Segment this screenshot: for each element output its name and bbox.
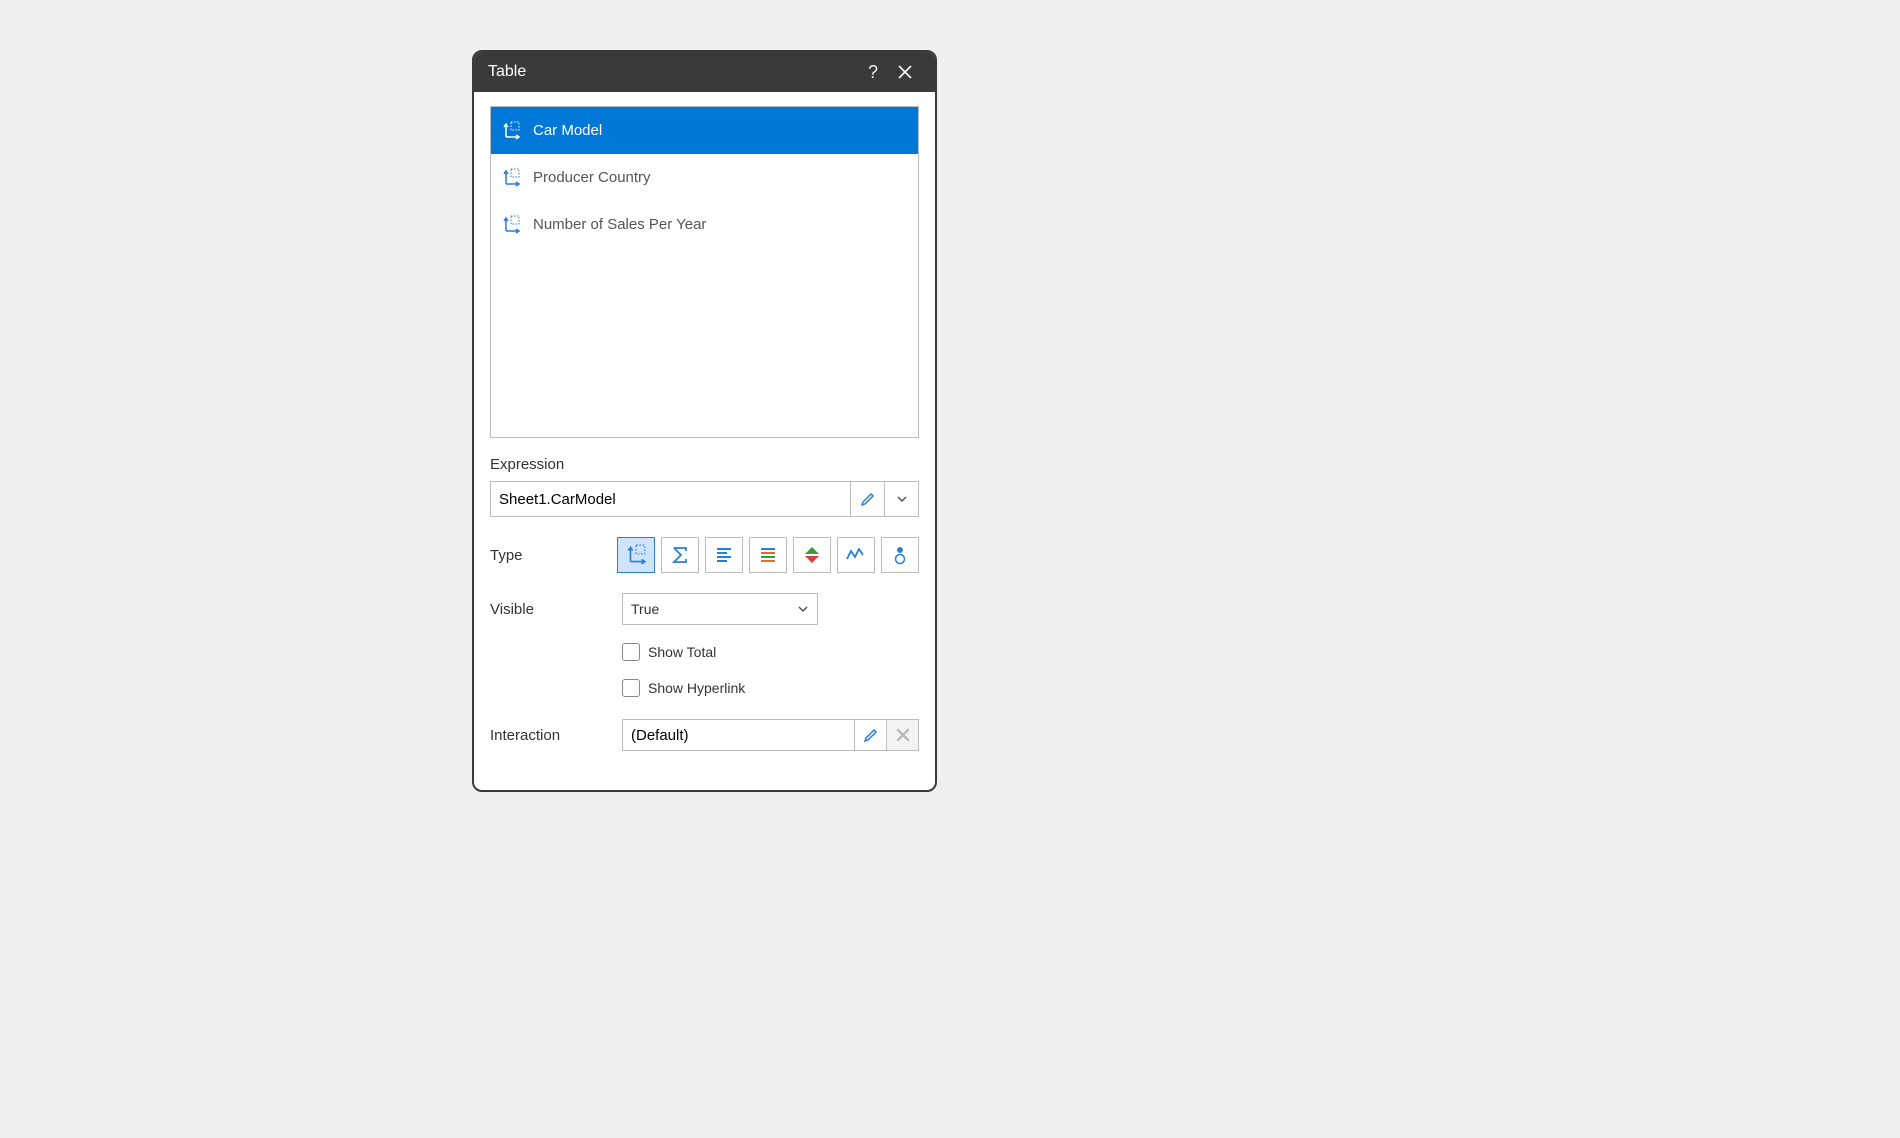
- gauge-icon: [890, 545, 910, 565]
- pencil-icon: [860, 491, 876, 507]
- chevron-down-icon: [797, 603, 809, 615]
- field-item-number-of-sales[interactable]: Number of Sales Per Year: [491, 201, 918, 248]
- dimension-icon: [501, 215, 521, 235]
- table-dialog: Table ? Car Model Producer: [472, 50, 937, 792]
- show-hyperlink-label: Show Hyperlink: [648, 680, 745, 696]
- type-label: Type: [490, 547, 617, 564]
- visible-select[interactable]: True: [622, 593, 818, 625]
- checkbox-icon: [622, 679, 640, 697]
- chevron-down-icon: [896, 493, 908, 505]
- checkbox-icon: [622, 643, 640, 661]
- text-stack-icon: [758, 545, 778, 565]
- field-item-label: Number of Sales Per Year: [533, 216, 706, 233]
- text-left-icon: [714, 545, 734, 565]
- type-gauge-button[interactable]: [881, 537, 919, 573]
- show-total-label: Show Total: [648, 644, 716, 660]
- dimension-icon: [625, 544, 647, 566]
- type-dimension-button[interactable]: [617, 537, 655, 573]
- pencil-icon: [863, 727, 879, 743]
- tools-icon: [895, 727, 911, 743]
- visible-value: True: [631, 601, 659, 617]
- expression-label: Expression: [490, 456, 919, 473]
- interaction-clear-button: [886, 720, 918, 750]
- field-list[interactable]: Car Model Producer Country Number of Sal…: [490, 106, 919, 438]
- show-hyperlink-checkbox[interactable]: Show Hyperlink: [622, 679, 919, 697]
- type-sparkline-button[interactable]: [837, 537, 875, 573]
- dimension-icon: [501, 168, 521, 188]
- interaction-row: Interaction: [490, 719, 919, 751]
- delta-icon: [802, 545, 822, 565]
- titlebar: Table ?: [474, 52, 935, 92]
- field-item-producer-country[interactable]: Producer Country: [491, 154, 918, 201]
- expression-row: [490, 481, 919, 517]
- field-item-label: Producer Country: [533, 169, 651, 186]
- field-item-label: Car Model: [533, 122, 602, 139]
- interaction-label: Interaction: [490, 727, 622, 744]
- close-button[interactable]: [889, 56, 921, 88]
- sparkline-icon: [845, 545, 867, 565]
- interaction-edit-button[interactable]: [854, 720, 886, 750]
- interaction-input[interactable]: [623, 720, 854, 750]
- dialog-body: Car Model Producer Country Number of Sal…: [474, 92, 935, 790]
- expression-edit-button[interactable]: [850, 482, 884, 516]
- interaction-group: [622, 719, 919, 751]
- field-item-car-model[interactable]: Car Model: [491, 107, 918, 154]
- expression-input[interactable]: [491, 482, 850, 516]
- sigma-icon: [670, 545, 690, 565]
- show-total-checkbox[interactable]: Show Total: [622, 643, 919, 661]
- close-icon: [897, 64, 913, 80]
- expression-dropdown-button[interactable]: [884, 482, 918, 516]
- type-row: Type: [490, 537, 919, 573]
- type-buttons: [617, 537, 919, 573]
- dialog-title: Table: [488, 63, 857, 81]
- type-delta-button[interactable]: [793, 537, 831, 573]
- type-text-left-button[interactable]: [705, 537, 743, 573]
- help-button[interactable]: ?: [857, 56, 889, 88]
- dimension-icon: [501, 121, 521, 141]
- type-measure-button[interactable]: [661, 537, 699, 573]
- type-text-stack-button[interactable]: [749, 537, 787, 573]
- visible-row: Visible True: [490, 593, 919, 625]
- visible-label: Visible: [490, 601, 622, 618]
